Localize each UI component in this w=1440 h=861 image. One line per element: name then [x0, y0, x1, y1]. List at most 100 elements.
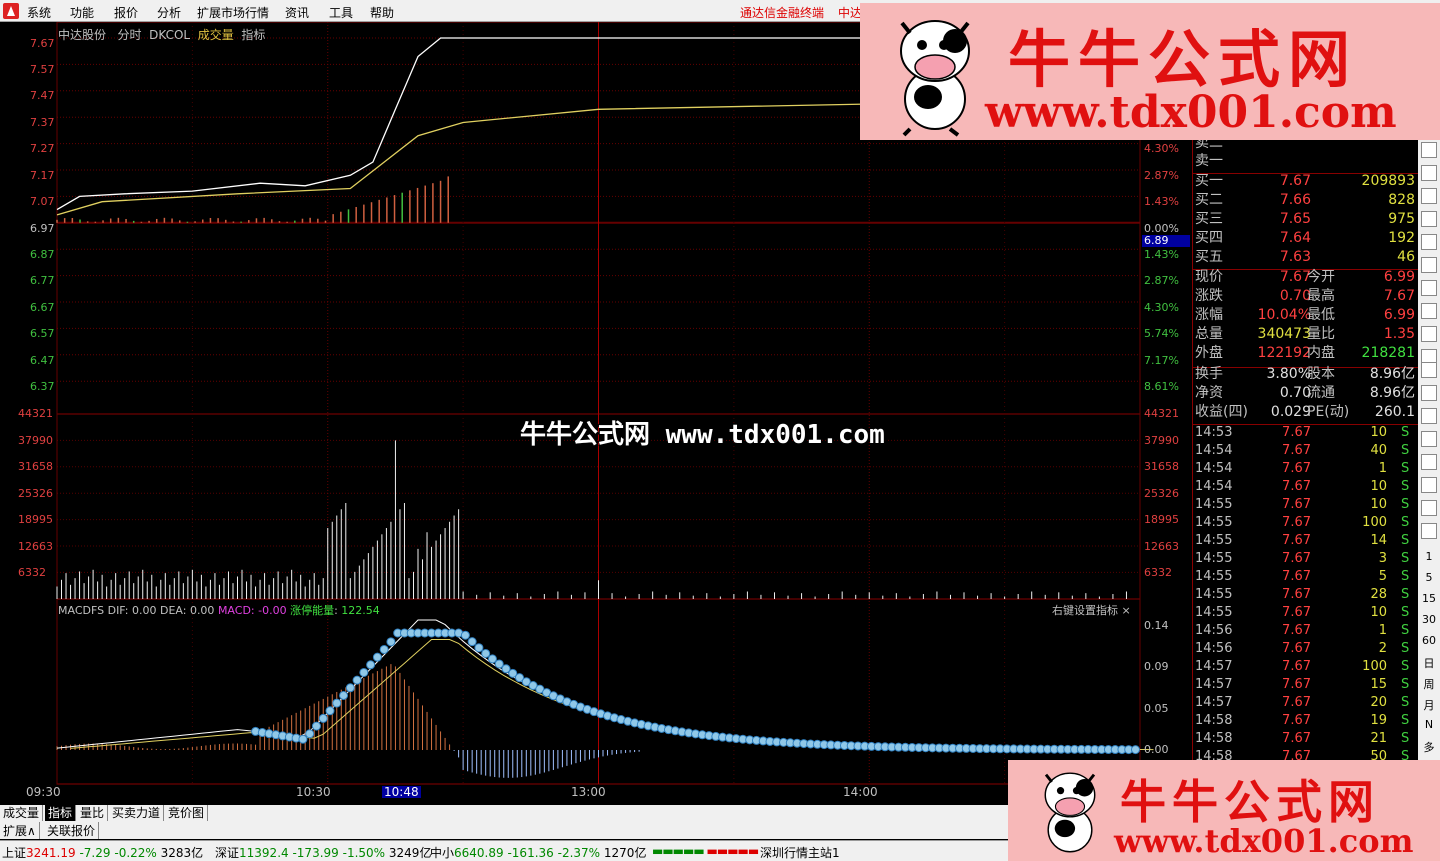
sh-index-value: 3241.19: [26, 846, 76, 860]
tab-expand[interactable]: 扩展∧: [0, 822, 40, 839]
tab-volume-ratio[interactable]: 量比: [77, 805, 109, 821]
toolbar-tool-icon[interactable]: [1421, 303, 1437, 319]
sz-index-change: -173.99: [292, 846, 339, 860]
tick-time: 14:57: [1195, 677, 1233, 692]
tab-buy-sell-force[interactable]: 买卖力道: [109, 805, 165, 821]
fund-label: 净资: [1195, 385, 1223, 401]
toolbar-tool-icon[interactable]: [1421, 326, 1437, 342]
tick-volume: 15: [1370, 677, 1387, 692]
bid-volume: 828: [1388, 192, 1415, 208]
price-tick-label: 6.57: [30, 327, 55, 340]
tick-price: 7.67: [1282, 551, 1311, 566]
toolbar-period-button[interactable]: N: [1418, 718, 1440, 731]
stat-label-2: 内盘: [1307, 345, 1335, 361]
menu-ext-market[interactable]: 扩展市场行情: [197, 4, 269, 21]
toolbar-period-button[interactable]: 30: [1418, 613, 1440, 626]
price-tick-label: 7.07: [30, 195, 55, 208]
stat-row: 涨幅 10.04% 最低 6.99: [1195, 306, 1417, 325]
toolbar-period-button[interactable]: 多: [1418, 739, 1440, 755]
energy-bead: [474, 643, 484, 653]
toolbar-chart-icon[interactable]: [1421, 500, 1437, 516]
tick-time: 14:56: [1195, 641, 1233, 656]
bid-row: 买二 7.66 828: [1195, 191, 1417, 210]
toolbar-period-button[interactable]: 周: [1418, 676, 1440, 692]
menu-help[interactable]: 帮助: [370, 4, 394, 21]
stat-value-2: 6.99: [1383, 307, 1415, 323]
toolbar-tool-icon[interactable]: [1421, 165, 1437, 181]
toolbar-period-button[interactable]: 5: [1418, 571, 1440, 584]
tab-related-quote[interactable]: 关联报价: [44, 822, 100, 839]
tick-price: 7.67: [1282, 587, 1311, 602]
fund-label: 收益(四): [1195, 404, 1248, 420]
toolbar-tool-icon[interactable]: [1421, 211, 1437, 227]
toolbar-chart-icon[interactable]: [1421, 408, 1437, 424]
toolbar-period-button[interactable]: 月: [1418, 697, 1440, 713]
toolbar-chart-icon[interactable]: [1421, 362, 1437, 378]
zx-index-amount: 1270亿: [603, 846, 647, 860]
volume-tick-label: 25326: [18, 487, 53, 500]
tick-volume: 40: [1370, 443, 1387, 458]
ad-url-2: www.tdx001.com: [1114, 822, 1414, 860]
toolbar-chart-icon[interactable]: [1421, 454, 1437, 470]
toolbar-tool-icon[interactable]: [1421, 188, 1437, 204]
fund-label-2: 流通: [1307, 385, 1335, 401]
toolbar-tool-icon[interactable]: [1421, 280, 1437, 296]
energy-bead: [487, 654, 497, 664]
tick-row: 14:55 7.67 28 S: [1195, 586, 1417, 604]
tick-time: 14:55: [1195, 515, 1233, 530]
menu-function[interactable]: 功能: [70, 4, 94, 21]
tick-price: 7.67: [1282, 479, 1311, 494]
toolbar-chart-icon[interactable]: [1421, 523, 1437, 539]
tick-side: S: [1401, 461, 1410, 476]
tick-row: 14:55 7.67 100 S: [1195, 514, 1417, 532]
time-tick-label: 10:30: [296, 785, 331, 799]
zx-index-pct: -2.37%: [557, 846, 601, 860]
server-name[interactable]: 深圳行情主站1: [760, 844, 840, 861]
menu-quote[interactable]: 报价: [114, 4, 138, 21]
tab-indicator[interactable]: 指标: [45, 805, 77, 821]
bid-row: 买五 7.63 46: [1195, 248, 1417, 267]
tick-volume: 21: [1370, 731, 1387, 746]
toolbar-period-button[interactable]: 日: [1418, 655, 1440, 671]
tab-auction[interactable]: 竞价图: [165, 805, 209, 821]
market-strength-icon: ▬▬▬▬▬ ▬▬▬▬▬: [652, 844, 759, 858]
toolbar-chart-icon[interactable]: [1421, 477, 1437, 493]
fund-row: 净资 0.70 流通 8.96亿: [1195, 384, 1417, 403]
toolbar-tool-icon[interactable]: [1421, 142, 1437, 158]
tick-row: 14:56 7.67 1 S: [1195, 622, 1417, 640]
menu-system[interactable]: 系统: [27, 4, 51, 21]
cow-mascot-icon: [900, 20, 970, 137]
tick-price: 7.67: [1282, 731, 1311, 746]
set-indicator-hint[interactable]: 右键设置指标 ×: [1052, 602, 1131, 618]
ad-title: 牛牛公式网: [1008, 23, 1359, 96]
menu-info[interactable]: 资讯: [285, 4, 309, 21]
stat-value: 340473: [1257, 326, 1311, 342]
volume-tick-label: 37990: [18, 434, 53, 447]
tick-side: S: [1401, 659, 1410, 674]
stat-row: 总量 340473 量比 1.35: [1195, 325, 1417, 344]
price-tick-label: 6.47: [30, 354, 55, 367]
toolbar-period-button[interactable]: 60: [1418, 634, 1440, 647]
toolbar-tool-icon[interactable]: [1421, 257, 1437, 273]
tick-side: S: [1401, 533, 1410, 548]
ad-banner-bottom[interactable]: 牛牛公式网 www.tdx001.com: [1008, 760, 1440, 861]
fund-label-2: PE(动): [1307, 404, 1350, 420]
tick-volume: 10: [1370, 425, 1387, 440]
tick-volume: 1: [1378, 461, 1387, 476]
toolbar-period-button[interactable]: 15: [1418, 592, 1440, 605]
ad-banner-top[interactable]: 牛牛公式网 www.tdx001.com: [860, 3, 1440, 140]
tab-volume[interactable]: 成交量: [0, 805, 44, 821]
bid-price: 7.67: [1279, 173, 1311, 189]
tick-time: 14:55: [1195, 497, 1233, 512]
price-tick-label: 6.77: [30, 274, 55, 287]
menu-tools[interactable]: 工具: [329, 4, 353, 21]
sh-index-change: -7.29: [79, 846, 111, 860]
toolbar-chart-icon[interactable]: [1421, 385, 1437, 401]
sh-index-amount: 3283亿: [160, 846, 204, 860]
toolbar-tool-icon[interactable]: [1421, 234, 1437, 250]
volume-tick-label-right: 44321: [1144, 407, 1179, 420]
menu-analysis[interactable]: 分析: [157, 4, 181, 21]
bid-label: 买三: [1195, 211, 1223, 227]
toolbar-chart-icon[interactable]: [1421, 431, 1437, 447]
toolbar-period-button[interactable]: 1: [1418, 550, 1440, 563]
